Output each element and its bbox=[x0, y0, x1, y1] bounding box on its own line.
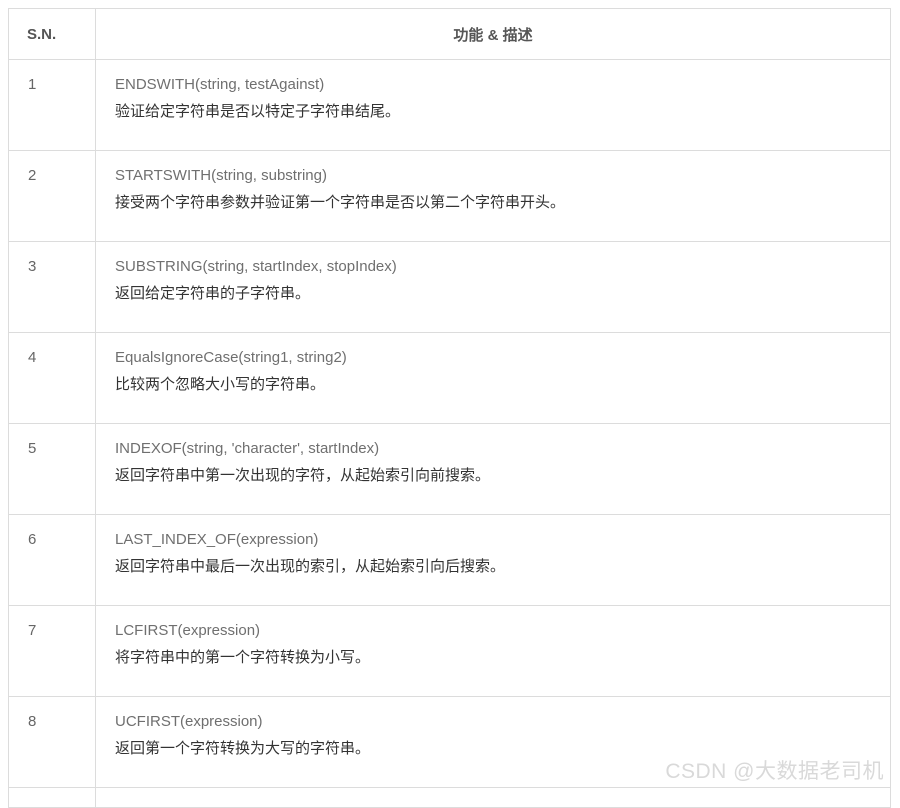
table-row-partial bbox=[8, 787, 891, 808]
row-number: 5 bbox=[8, 423, 96, 515]
csdn-watermark: CSDN @大数据老司机 bbox=[665, 760, 884, 783]
function-description: 返回给定字符串的子字符串。 bbox=[115, 285, 311, 302]
function-signature: EqualsIgnoreCase(string1, string2) bbox=[115, 349, 347, 366]
function-table: S.N. 功能 & 描述 1 ENDSWITH(string, testAgai… bbox=[8, 8, 891, 808]
column-header-sn: S.N. bbox=[8, 8, 96, 60]
function-description: 接受两个字符串参数并验证第一个字符串是否以第二个字符串开头。 bbox=[115, 194, 566, 211]
table-row: 1 ENDSWITH(string, testAgainst) 验证给定字符串是… bbox=[8, 59, 891, 151]
row-number: 2 bbox=[8, 150, 96, 242]
row-content: LCFIRST(expression) 将字符串中的第一个字符转换为小写。 bbox=[95, 605, 891, 697]
row-number: 7 bbox=[8, 605, 96, 697]
row-content-empty bbox=[95, 787, 891, 808]
function-table-container: S.N. 功能 & 描述 1 ENDSWITH(string, testAgai… bbox=[8, 8, 891, 808]
table-header-row: S.N. 功能 & 描述 bbox=[8, 8, 891, 60]
row-content: STARTSWITH(string, substring) 接受两个字符串参数并… bbox=[95, 150, 891, 242]
row-number: 1 bbox=[8, 59, 96, 151]
row-content: EqualsIgnoreCase(string1, string2) 比较两个忽… bbox=[95, 332, 891, 424]
table-row: 5 INDEXOF(string, 'character', startInde… bbox=[8, 423, 891, 515]
row-number: 8 bbox=[8, 696, 96, 788]
function-description: 返回字符串中最后一次出现的索引，从起始索引向后搜索。 bbox=[115, 558, 506, 575]
function-signature: INDEXOF(string, 'character', startIndex) bbox=[115, 440, 380, 457]
row-number: 3 bbox=[8, 241, 96, 333]
function-description: 返回字符串中第一次出现的字符，从起始索引向前搜索。 bbox=[115, 467, 491, 484]
function-description: 比较两个忽略大小写的字符串。 bbox=[115, 376, 326, 393]
function-signature: SUBSTRING(string, startIndex, stopIndex) bbox=[115, 258, 397, 275]
function-description: 将字符串中的第一个字符转换为小写。 bbox=[115, 649, 371, 666]
function-signature: LCFIRST(expression) bbox=[115, 622, 261, 639]
column-header-description: 功能 & 描述 bbox=[95, 8, 891, 60]
row-number: 6 bbox=[8, 514, 96, 606]
table-row: 4 EqualsIgnoreCase(string1, string2) 比较两… bbox=[8, 332, 891, 424]
table-row: 2 STARTSWITH(string, substring) 接受两个字符串参… bbox=[8, 150, 891, 242]
function-signature: LAST_INDEX_OF(expression) bbox=[115, 531, 319, 548]
row-content: ENDSWITH(string, testAgainst) 验证给定字符串是否以… bbox=[95, 59, 891, 151]
row-content: SUBSTRING(string, startIndex, stopIndex)… bbox=[95, 241, 891, 333]
function-description: 验证给定字符串是否以特定子字符串结尾。 bbox=[115, 103, 401, 120]
function-signature: UCFIRST(expression) bbox=[115, 713, 263, 730]
table-row: 7 LCFIRST(expression) 将字符串中的第一个字符转换为小写。 bbox=[8, 605, 891, 697]
row-content: INDEXOF(string, 'character', startIndex)… bbox=[95, 423, 891, 515]
table-row: 3 SUBSTRING(string, startIndex, stopInde… bbox=[8, 241, 891, 333]
row-number-empty bbox=[8, 787, 96, 808]
function-signature: ENDSWITH(string, testAgainst) bbox=[115, 76, 325, 93]
function-signature: STARTSWITH(string, substring) bbox=[115, 167, 327, 184]
row-content: LAST_INDEX_OF(expression) 返回字符串中最后一次出现的索… bbox=[95, 514, 891, 606]
table-row: 6 LAST_INDEX_OF(expression) 返回字符串中最后一次出现… bbox=[8, 514, 891, 606]
row-number: 4 bbox=[8, 332, 96, 424]
